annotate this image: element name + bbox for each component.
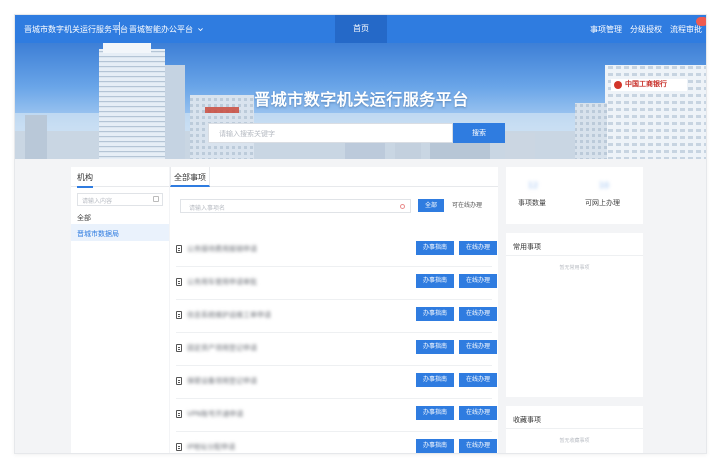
nav-item-matter-management[interactable]: 事项管理 [590, 24, 622, 35]
matter-row[interactable]: VPN账号开通申请 办事指南 在线办理 [176, 400, 497, 432]
card-divider [506, 428, 643, 429]
document-icon [176, 278, 182, 286]
common-matters-empty: 暂无常用事项 [559, 265, 590, 271]
guide-button[interactable]: 办事指南 [416, 241, 454, 255]
org-item-all[interactable]: 全部 [77, 213, 91, 223]
matter-count-value: 12 [527, 181, 539, 190]
guide-button[interactable]: 办事指南 [416, 439, 454, 453]
document-icon [176, 245, 182, 253]
online-handle-button[interactable]: 在线办理 [459, 439, 497, 453]
matter-name[interactable]: 公务用车使用申请审批 [187, 277, 257, 287]
guide-button[interactable]: 办事指南 [416, 340, 454, 354]
chevron-down-icon [198, 28, 203, 32]
favorite-matters-card: 收藏事项 暂无收藏事项 [506, 406, 643, 453]
matter-name[interactable]: 固定资产领用登记申请 [187, 343, 257, 353]
card-divider [506, 255, 643, 256]
matter-row[interactable]: 保密设备领用登记申请 办事指南 在线办理 [176, 367, 497, 399]
matter-name[interactable]: 信息系统维护运维工单申请 [187, 310, 271, 320]
banner-search-placeholder: 请输入搜索关键字 [219, 130, 275, 138]
tab-home[interactable]: 首页 [335, 15, 387, 43]
hero-banner: 中国工商银行 晋城市数字机关运行服务平台 请输入搜索关键字 搜索 [15, 43, 706, 159]
org-item-label: 晋城市数据局 [77, 230, 119, 238]
guide-button[interactable]: 办事指南 [416, 373, 454, 387]
matter-row[interactable]: 公务用车使用申请审批 办事指南 在线办理 [176, 268, 497, 300]
clear-icon[interactable] [400, 204, 405, 209]
org-panel-header: 机构 [71, 167, 169, 188]
favorite-matters-empty: 暂无收藏事项 [559, 438, 590, 444]
common-matters-card: 常用事项 暂无常用事项 [506, 233, 643, 397]
online-handle-button[interactable]: 在线办理 [459, 373, 497, 387]
banner-search-input[interactable]: 请输入搜索关键字 [208, 123, 453, 143]
org-panel: 机构 请输入内容 全部 晋城市数据局 [71, 167, 169, 453]
org-item-data-bureau[interactable]: 晋城市数据局 [71, 224, 169, 241]
matter-name[interactable]: IP地址分配申请 [187, 442, 235, 452]
online-handle-button[interactable]: 在线办理 [459, 307, 497, 321]
matters-panel: 全部事项 请输入事项名 全部 可在线办理 公务接待费用报销申请 办事指南 在线办… [170, 167, 498, 453]
guide-button[interactable]: 办事指南 [416, 307, 454, 321]
org-panel-title[interactable]: 机构 [77, 172, 93, 188]
guide-button[interactable]: 办事指南 [416, 406, 454, 420]
matter-name[interactable]: VPN账号开通申请 [187, 409, 243, 419]
platform-switch-label: 晋城智能办公平台 [129, 25, 193, 34]
browser-frame: 晋城市数字机关运行服务平台 晋城智能办公平台 首页 事项管理 分级授权 流程审批 [14, 14, 707, 454]
tab-all-matters[interactable]: 全部事项 [174, 172, 206, 186]
matter-row[interactable]: 固定资产领用登记申请 办事指南 在线办理 [176, 334, 497, 366]
document-icon [176, 377, 182, 385]
site-title[interactable]: 晋城市数字机关运行服务平台 [24, 24, 128, 35]
guide-button[interactable]: 办事指南 [416, 274, 454, 288]
online-handle-button[interactable]: 在线办理 [459, 241, 497, 255]
online-handle-button[interactable]: 在线办理 [459, 406, 497, 420]
notification-badge[interactable] [696, 17, 706, 26]
online-count-label: 可网上办理 [585, 199, 620, 207]
org-search-placeholder: 请输入内容 [82, 198, 113, 205]
filter-online-button[interactable]: 可在线办理 [448, 199, 486, 212]
nav-item-authorization[interactable]: 分级授权 [630, 24, 662, 35]
matter-row[interactable]: IP地址分配申请 办事指南 在线办理 [176, 433, 497, 453]
document-icon [176, 344, 182, 352]
online-handle-button[interactable]: 在线办理 [459, 340, 497, 354]
online-handle-button[interactable]: 在线办理 [459, 274, 497, 288]
matter-search-input[interactable]: 请输入事项名 [180, 199, 411, 213]
common-matters-title: 常用事项 [513, 243, 541, 251]
matter-search-placeholder: 请输入事项名 [189, 205, 226, 212]
document-icon [176, 410, 182, 418]
nav-separator [119, 22, 120, 35]
top-nav: 晋城市数字机关运行服务平台 晋城智能办公平台 首页 事项管理 分级授权 流程审批 [15, 15, 706, 43]
org-search-input[interactable]: 请输入内容 [77, 193, 163, 206]
banner-title: 晋城市数字机关运行服务平台 [254, 90, 469, 109]
matters-panel-header: 全部事项 [170, 167, 498, 187]
matter-name[interactable]: 公务接待费用报销申请 [187, 244, 257, 254]
nav-item-process-approval[interactable]: 流程审批 [670, 24, 702, 35]
online-count-value: 10 [598, 181, 610, 190]
stats-card: 12 事项数量 10 可网上办理 [506, 167, 643, 224]
matter-name[interactable]: 保密设备领用登记申请 [187, 376, 257, 386]
matter-count-label: 事项数量 [518, 199, 546, 207]
banner-search-button[interactable]: 搜索 [453, 123, 505, 143]
matter-row[interactable]: 信息系统维护运维工单申请 办事指南 在线办理 [176, 301, 497, 333]
favorite-matters-title: 收藏事项 [513, 416, 541, 424]
platform-switcher[interactable]: 晋城智能办公平台 [129, 24, 204, 35]
filter-icon[interactable] [153, 196, 159, 202]
document-icon [176, 311, 182, 319]
document-icon [176, 443, 182, 451]
matter-row[interactable]: 公务接待费用报销申请 办事指南 在线办理 [176, 235, 497, 267]
filter-all-button[interactable]: 全部 [418, 199, 444, 212]
